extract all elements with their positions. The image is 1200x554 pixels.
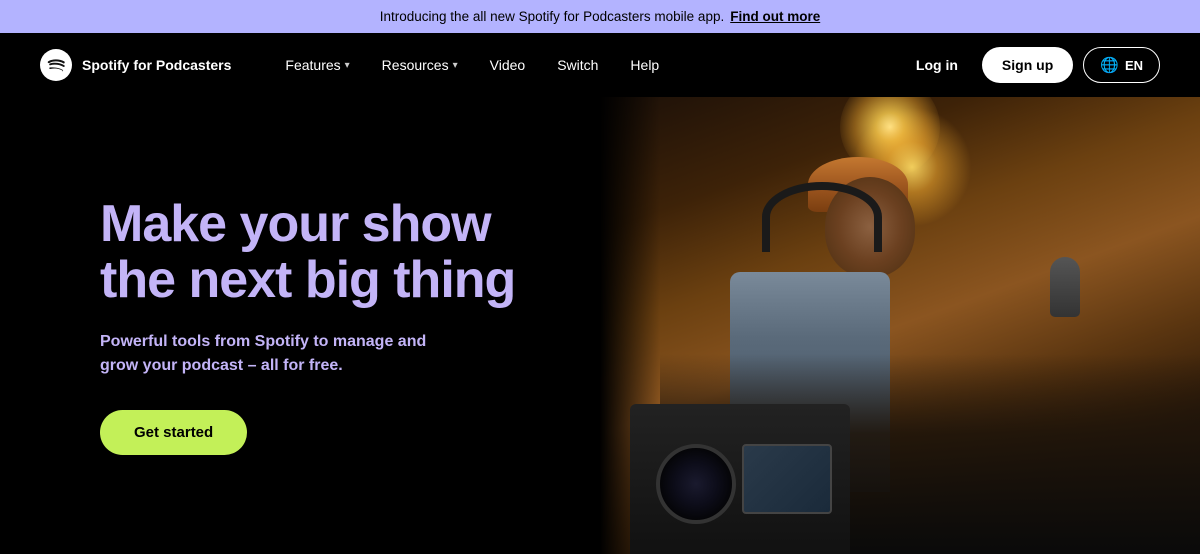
camera-lens [656, 444, 736, 524]
nav-right: Log in Sign up 🌐 EN [902, 47, 1160, 83]
nav-resources[interactable]: Resources ▾ [368, 49, 472, 81]
nav-switch[interactable]: Switch [543, 49, 612, 81]
get-started-button[interactable]: Get started [100, 410, 247, 455]
studio-background [600, 97, 1200, 554]
hero-image [600, 97, 1200, 554]
hero-subtitle: Powerful tools from Spotify to manage an… [100, 330, 460, 378]
announcement-banner: Introducing the all new Spotify for Podc… [0, 0, 1200, 33]
nav-logo-label: Spotify for Podcasters [82, 57, 231, 73]
nav-links: Features ▾ Resources ▾ Video Switch Help [271, 49, 902, 81]
hero-section: Make your show the next big thing Powerf… [0, 97, 1200, 554]
announcement-link[interactable]: Find out more [730, 9, 820, 24]
announcement-text: Introducing the all new Spotify for Podc… [380, 9, 724, 24]
nav-help[interactable]: Help [616, 49, 673, 81]
navbar: Spotify for Podcasters Features ▾ Resour… [0, 33, 1200, 97]
features-chevron-icon: ▾ [345, 60, 350, 71]
camera-screen [742, 444, 832, 514]
resources-chevron-icon: ▾ [453, 60, 458, 71]
globe-icon: 🌐 [1100, 56, 1119, 74]
hero-content: Make your show the next big thing Powerf… [0, 97, 660, 554]
camera-body [630, 404, 850, 554]
logo[interactable]: Spotify for Podcasters [40, 49, 231, 81]
language-button[interactable]: 🌐 EN [1083, 47, 1160, 83]
headphones [762, 182, 882, 252]
nav-features[interactable]: Features ▾ [271, 49, 363, 81]
spotify-logo-icon [40, 49, 72, 81]
microphone [1050, 257, 1080, 317]
hero-title: Make your show the next big thing [100, 196, 600, 308]
nav-video[interactable]: Video [476, 49, 540, 81]
signup-button[interactable]: Sign up [982, 47, 1073, 83]
login-button[interactable]: Log in [902, 49, 972, 81]
